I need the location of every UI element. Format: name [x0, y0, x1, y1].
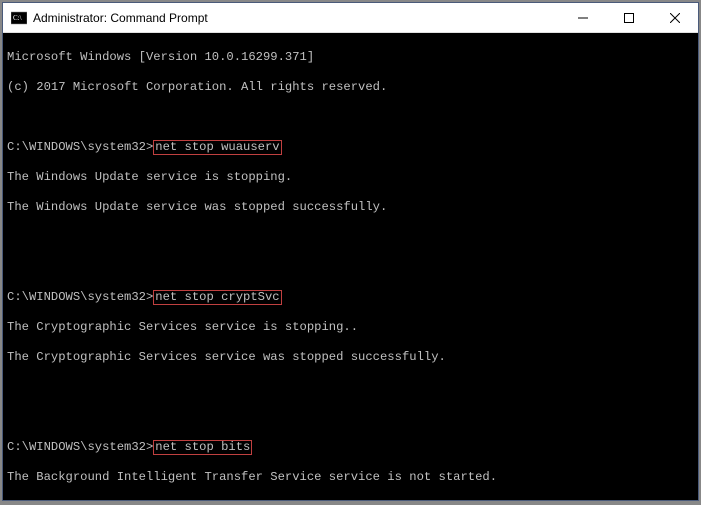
blank-line	[7, 410, 694, 425]
blank-line	[7, 260, 694, 275]
terminal-output[interactable]: Microsoft Windows [Version 10.0.16299.37…	[3, 33, 698, 500]
blank-line	[7, 380, 694, 395]
prompt-text: C:\WINDOWS\system32>	[7, 140, 153, 154]
output-line: The Cryptographic Services service is st…	[7, 320, 694, 335]
maximize-button[interactable]	[606, 3, 652, 32]
svg-text:C:\: C:\	[13, 14, 22, 22]
command-highlight: net stop bits	[153, 440, 252, 455]
prompt-text: C:\WINDOWS\system32>	[7, 290, 153, 304]
copyright-line: (c) 2017 Microsoft Corporation. All righ…	[7, 80, 694, 95]
prompt-line: C:\WINDOWS\system32>net stop cryptSvc	[7, 290, 694, 305]
prompt-text: C:\WINDOWS\system32>	[7, 440, 153, 454]
command-highlight: net stop wuauserv	[153, 140, 281, 155]
titlebar[interactable]: C:\ Administrator: Command Prompt	[3, 3, 698, 33]
minimize-button[interactable]	[560, 3, 606, 32]
command-highlight: net stop cryptSvc	[153, 290, 281, 305]
blank-line	[7, 110, 694, 125]
command-prompt-window: C:\ Administrator: Command Prompt Micros…	[2, 2, 699, 501]
window-controls	[560, 3, 698, 32]
output-line: The Background Intelligent Transfer Serv…	[7, 470, 694, 485]
close-button[interactable]	[652, 3, 698, 32]
cmd-icon: C:\	[11, 10, 27, 26]
output-line: The Cryptographic Services service was s…	[7, 350, 694, 365]
blank-line	[7, 230, 694, 245]
output-line: The Windows Update service is stopping.	[7, 170, 694, 185]
output-line: The Windows Update service was stopped s…	[7, 200, 694, 215]
prompt-line: C:\WINDOWS\system32>net stop bits	[7, 440, 694, 455]
prompt-line: C:\WINDOWS\system32>net stop wuauserv	[7, 140, 694, 155]
header-line: Microsoft Windows [Version 10.0.16299.37…	[7, 50, 694, 65]
window-title: Administrator: Command Prompt	[33, 11, 560, 25]
